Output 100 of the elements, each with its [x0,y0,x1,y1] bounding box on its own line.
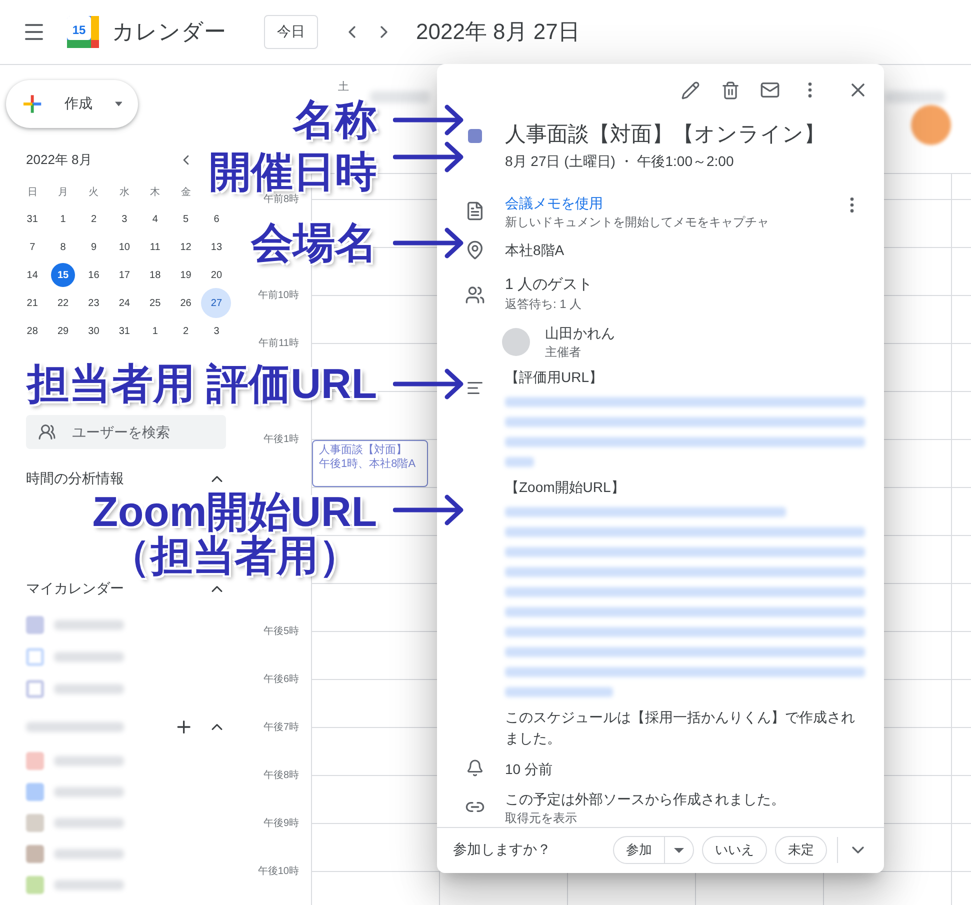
calendar-day[interactable]: 18 [143,263,168,287]
event-chip[interactable]: 人事面談【対面】 午後1時、本社8階A [312,440,428,487]
calendar-day[interactable]: 20 [204,263,228,287]
section-title: 時間の分析情報 [26,470,125,488]
calendar-day[interactable]: 13 [204,235,228,259]
calendar-day[interactable]: 16 [82,263,106,287]
calendar-day[interactable]: 28 [20,319,44,343]
hour-label: 午後6時 [263,672,299,686]
calendar-checkbox[interactable] [26,752,44,770]
hour-label: 午後9時 [263,816,299,830]
description-heading: 【Zoom開始URL】 [505,478,626,497]
blurred-label [54,756,124,766]
annotation-label: Zoom開始URL （担当者用） [92,490,377,578]
calendar-checkbox[interactable] [26,616,44,634]
weekday-label: 土 [338,80,349,94]
annotation-label: 会場名 [251,219,377,267]
guest-count: 1 人のゲスト [505,274,594,295]
calendar-day[interactable]: 31 [112,319,136,343]
calendar-day[interactable]: 27 [204,291,228,315]
description-heading: 【評価用URL】 [505,368,604,387]
rsvp-button[interactable]: いいえ [702,836,767,864]
notes-description: 新しいドキュメントを開始してメモをキャプチャ [505,214,770,231]
calendar-checkbox[interactable] [26,783,44,801]
calendar-day[interactable]: 14 [20,263,44,287]
annotation-label: 担当者用 評価URL [27,360,377,408]
people-icon [465,284,485,305]
today-button[interactable]: 今日 [264,15,318,49]
calendar-day[interactable]: 2 [82,207,106,231]
hour-label: 午前11時 [258,336,299,350]
hour-label: 午後10時 [258,864,299,878]
create-button[interactable]: 作成 [6,80,138,128]
calendar-day[interactable]: 5 [174,207,198,231]
blurred-label [54,652,124,662]
blurred-text [885,91,945,103]
blurred-label [54,620,124,630]
annotation-label: 名称 [293,96,377,144]
calendar-day[interactable]: 17 [112,263,136,287]
hour-label: 午後8時 [263,768,299,782]
hour-label: 午後7時 [263,720,299,734]
calendar-day[interactable]: 23 [82,291,106,315]
calendar-logo: 15 [66,15,100,49]
hour-label: 午後5時 [263,624,299,638]
weekday-label: 水 [118,186,130,200]
calendar-day[interactable]: 3 [112,207,136,231]
calendar-day[interactable]: 1 [51,207,76,231]
calendar-day[interactable]: 9 [82,235,106,259]
calendar-checkbox[interactable] [26,876,44,894]
calendar-day[interactable]: 12 [174,235,198,259]
calendar-day[interactable]: 11 [143,235,168,259]
description-footer: このスケジュールは【採用一括かんりくん】で作成されました。 [505,706,865,749]
calendar-day[interactable]: 8 [51,235,76,259]
calendar-day[interactable]: 6 [204,207,228,231]
blurred-label [54,818,124,828]
calendar-checkbox[interactable] [26,680,44,698]
calendar-day[interactable]: 31 [20,207,44,231]
calendar-day[interactable]: 30 [82,319,106,343]
reminder-text: 10 分前 [505,760,552,779]
calendar-checkbox[interactable] [26,648,44,666]
annotation-arrow [393,141,465,173]
hour-label: 午前8時 [263,192,299,206]
calendar-day[interactable]: 24 [112,291,136,315]
calendar-day[interactable]: 7 [20,235,44,259]
calendar-checkbox[interactable] [26,845,44,863]
calendar-day[interactable]: 19 [174,263,198,287]
current-date: 2022年 8月 27日 [416,18,580,46]
calendar-day[interactable]: 1 [143,319,168,343]
calendar-day[interactable]: 3 [204,319,228,343]
rsvp-button[interactable]: 未定 [775,836,827,864]
calendar-day[interactable]: 29 [51,319,76,343]
search-input[interactable]: ユーザーを検索 [70,423,210,441]
rsvp-button[interactable]: 参加 [614,837,665,864]
calendar-day[interactable]: 2 [174,319,198,343]
weekday-label: 日 [26,186,38,200]
calendar-day[interactable]: 10 [112,235,136,259]
calendar-checkbox[interactable] [26,814,44,832]
blurred-label [54,849,124,859]
annotation-arrow [393,227,465,259]
avatar-placeholder [502,328,530,356]
calendar-day[interactable]: 22 [51,291,76,315]
annotation-arrow [393,368,465,400]
weekday-label: 月 [57,186,70,200]
source-link[interactable]: 取得元を表示 [505,808,884,827]
weekday-label: 火 [88,186,100,200]
calendar-day[interactable]: 26 [174,291,198,315]
source-note: この予定は外部ソースから作成されました。 [505,790,786,809]
people-icon [38,423,56,441]
blurred-label [54,787,124,797]
hour-label: 午後1時 [263,432,299,446]
organizer-name: 山田かれん [545,324,616,343]
meeting-notes-link[interactable]: 会議メモを使用 [505,192,820,213]
weekday-label: 木 [149,186,162,200]
rsvp-question: 参加しますか？ [453,841,552,860]
calendar-day[interactable]: 25 [143,291,168,315]
blurred-label [54,880,124,890]
event-date-time: 8月 27日 (土曜日) ・ 午後1:00～2:00 [505,152,735,171]
calendar-day[interactable]: 21 [20,291,44,315]
calendar-day[interactable]: 4 [143,207,168,231]
calendar-day[interactable]: 15 [51,263,76,287]
hour-label: 午前10時 [258,288,299,302]
user-search-field[interactable]: ユーザーを検索 [26,415,226,449]
